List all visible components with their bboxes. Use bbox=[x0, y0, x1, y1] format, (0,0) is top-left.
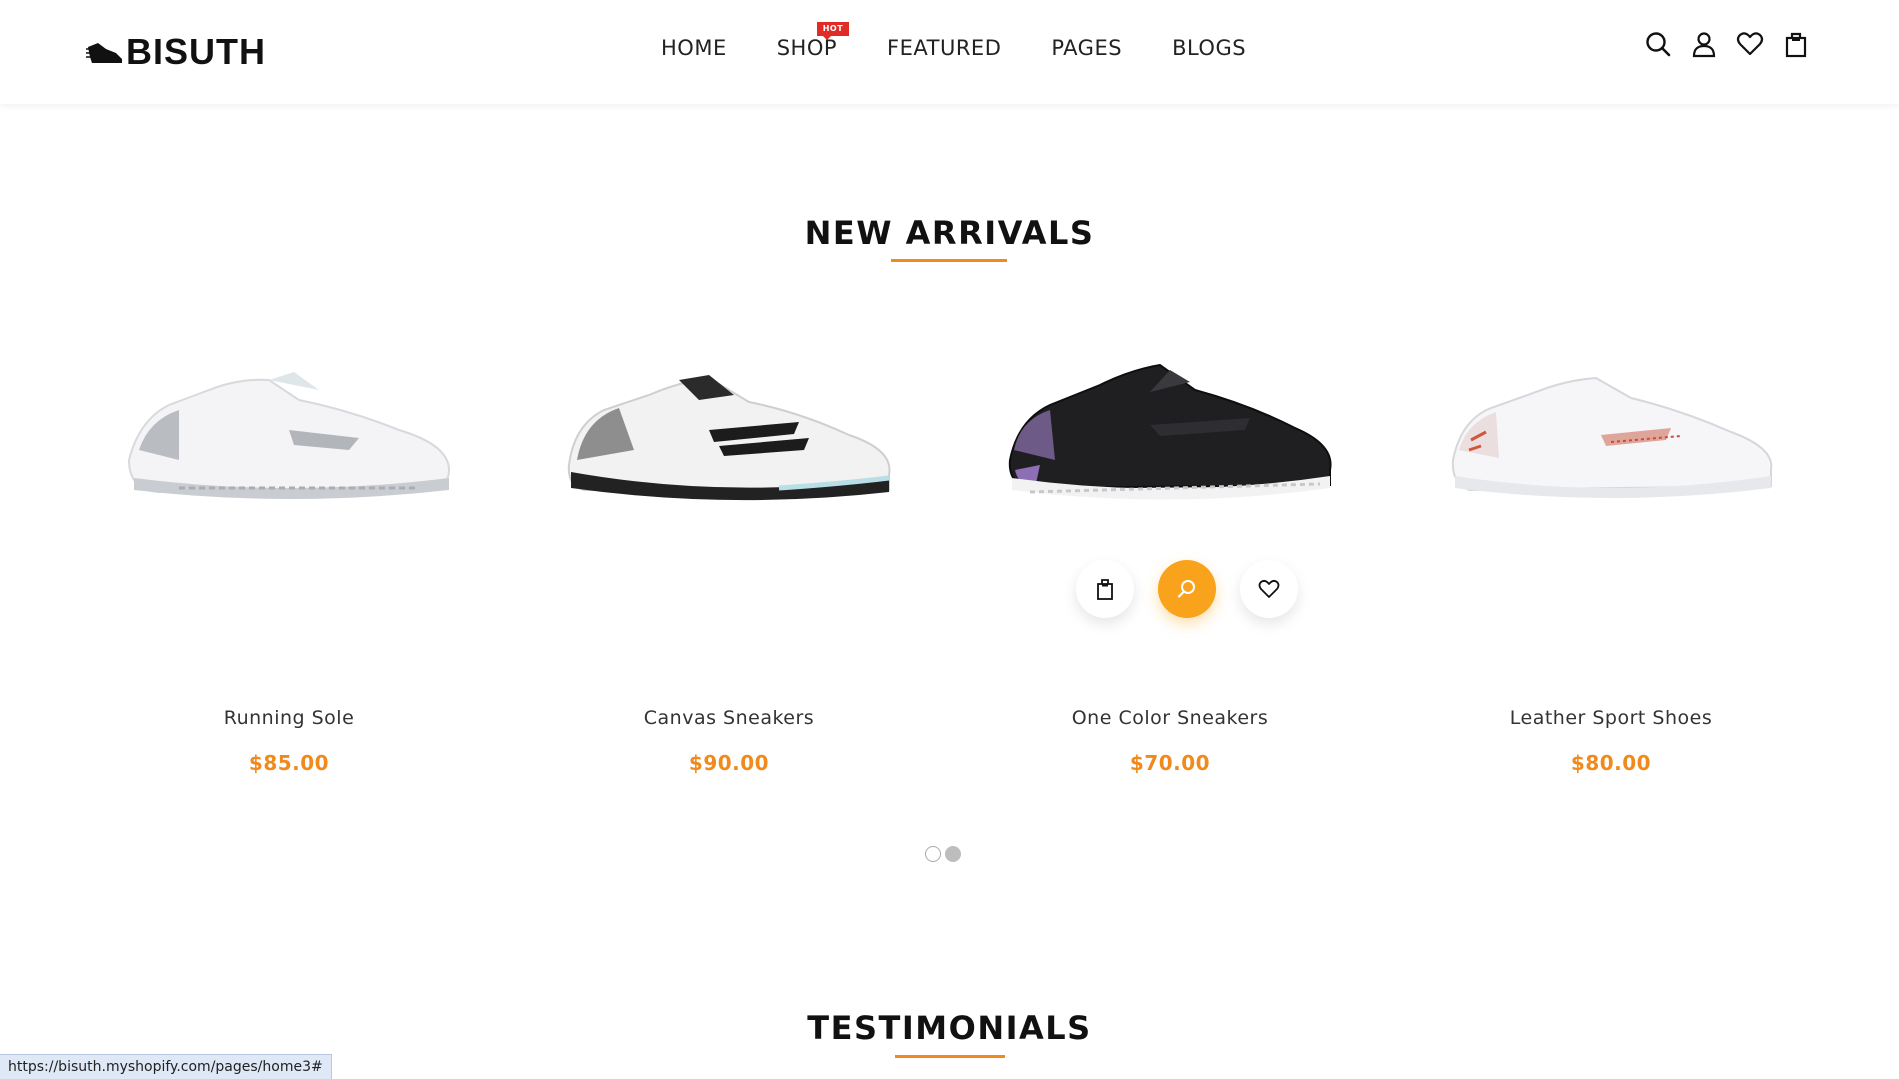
section-title-testimonials: TESTIMONIALS bbox=[807, 1009, 1092, 1047]
title-underline bbox=[895, 1055, 1005, 1058]
user-icon[interactable] bbox=[1690, 30, 1718, 58]
shopping-bag-icon[interactable] bbox=[1782, 30, 1810, 58]
shopping-bag-icon bbox=[1097, 579, 1113, 600]
main-nav: HOME SHOP HOT FEATURED PAGES BLOGS bbox=[661, 22, 1296, 60]
product-card[interactable]: Leather Sport Shoes $80.00 bbox=[1391, 330, 1831, 790]
carousel-pagination bbox=[925, 846, 961, 862]
product-name[interactable]: One Color Sneakers bbox=[950, 707, 1390, 729]
search-icon[interactable] bbox=[1644, 30, 1672, 58]
product-price: $80.00 bbox=[1570, 751, 1652, 775]
product-image[interactable] bbox=[119, 350, 459, 530]
heart-icon bbox=[1258, 579, 1280, 598]
product-name[interactable]: Running Sole bbox=[69, 707, 509, 729]
nav-featured[interactable]: FEATURED bbox=[887, 36, 1001, 60]
product-image[interactable] bbox=[559, 350, 899, 530]
nav-shop[interactable]: SHOP HOT bbox=[777, 22, 850, 60]
product-name[interactable]: Canvas Sneakers bbox=[509, 707, 949, 729]
logo-text: BISUTH bbox=[126, 31, 266, 72]
site-header: BISUTH HOME SHOP HOT FEATURED PAGES BLOG… bbox=[0, 0, 1899, 104]
carousel-dot[interactable] bbox=[925, 846, 941, 862]
quick-view-button[interactable] bbox=[1158, 560, 1216, 618]
product-price: $70.00 bbox=[1129, 751, 1211, 775]
shoe-logo-icon bbox=[86, 43, 122, 63]
title-underline bbox=[891, 259, 1007, 262]
product-price: $85.00 bbox=[248, 751, 330, 775]
header-actions bbox=[1644, 30, 1810, 58]
carousel-dot-active[interactable] bbox=[945, 846, 961, 862]
logo[interactable]: BISUTH bbox=[86, 31, 266, 72]
product-name[interactable]: Leather Sport Shoes bbox=[1391, 707, 1831, 729]
product-image[interactable] bbox=[1441, 350, 1781, 530]
nav-pages[interactable]: PAGES bbox=[1051, 36, 1122, 60]
product-card[interactable]: One Color Sneakers $70.00 bbox=[950, 330, 1390, 790]
search-icon bbox=[1177, 580, 1195, 598]
product-image[interactable] bbox=[1000, 350, 1340, 530]
heart-icon[interactable] bbox=[1736, 30, 1764, 58]
product-card[interactable]: Canvas Sneakers $90.00 bbox=[509, 330, 949, 790]
nav-blogs[interactable]: BLOGS bbox=[1172, 36, 1246, 60]
product-card[interactable]: Running Sole $85.00 bbox=[69, 330, 509, 790]
wishlist-button[interactable] bbox=[1240, 560, 1298, 618]
section-title-new-arrivals: NEW ARRIVALS bbox=[804, 214, 1095, 252]
add-to-cart-button[interactable] bbox=[1076, 560, 1134, 618]
product-price: $90.00 bbox=[688, 751, 770, 775]
hot-badge: HOT bbox=[816, 22, 850, 40]
browser-status-bar: https://bisuth.myshopify.com/pages/home3… bbox=[0, 1054, 332, 1079]
nav-home[interactable]: HOME bbox=[661, 36, 727, 60]
product-hover-actions bbox=[1076, 560, 1298, 620]
